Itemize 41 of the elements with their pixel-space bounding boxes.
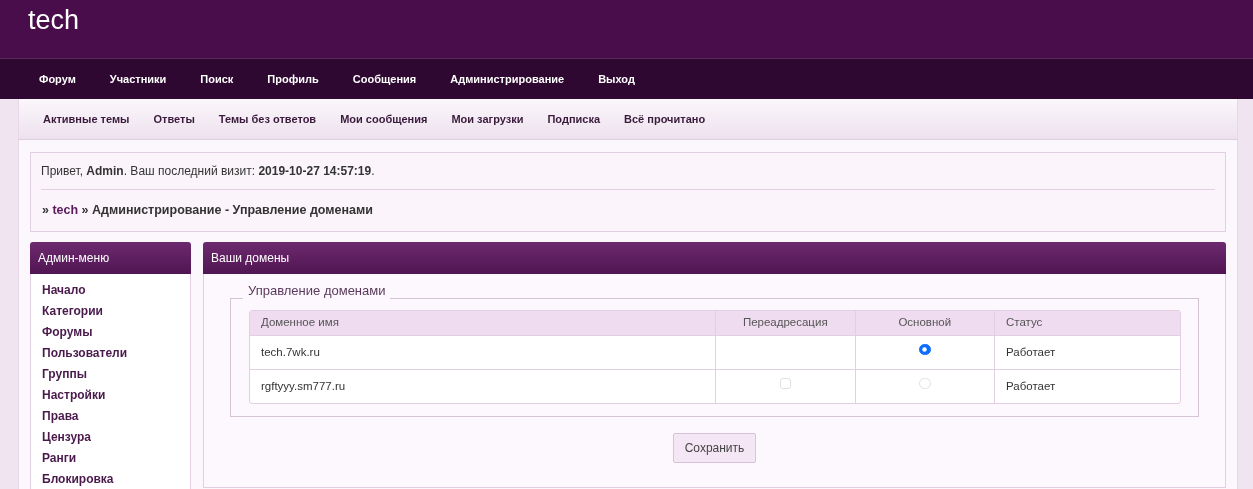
table-cell: rgftyyy.sm777.ru	[250, 368, 715, 403]
breadcrumb-link[interactable]: tech	[52, 203, 79, 217]
admin-menu-link[interactable]: Форумы	[42, 321, 179, 343]
table-cell: Работает	[994, 368, 1180, 403]
admin-menu-link[interactable]: Блокировка	[42, 468, 179, 489]
redirect-checkbox[interactable]	[779, 377, 791, 390]
site-title: tech	[28, 4, 80, 37]
nav-link-item[interactable]: Сообщения	[335, 70, 434, 88]
admin-menu-header: Админ-меню	[30, 241, 191, 274]
admin-menu-link[interactable]: Группы	[42, 363, 179, 385]
column-header: Статус	[994, 310, 1180, 335]
domains-panel-header: Ваши домены	[203, 241, 1226, 274]
nav-link-item[interactable]: Участники	[92, 70, 184, 88]
greeting-text: Привет, Admin. Ваш последний визит: 2019-10-27 14:57:19.	[41, 153, 1215, 190]
subnav-link[interactable]: Всё прочитано	[612, 110, 718, 128]
nav-link-item[interactable]: Администрирование	[433, 70, 582, 88]
admin-menu-link[interactable]: Цензура	[42, 426, 179, 448]
subnav-link[interactable]: Мои сообщения	[328, 110, 440, 128]
subnav-link[interactable]: Мои загрузки	[439, 110, 536, 128]
table-cell: Работает	[994, 334, 1180, 369]
nav-link-item[interactable]: Выход	[581, 70, 652, 88]
subnav-link[interactable]: Темы без ответов	[206, 110, 329, 128]
table-cell: tech.7wk.ru	[250, 334, 715, 369]
column-header: Переадресация	[715, 310, 855, 335]
nav-link-item[interactable]: Поиск	[183, 70, 251, 88]
admin-menu-link[interactable]: Начало	[42, 279, 179, 301]
admin-menu-link[interactable]: Категории	[42, 300, 179, 322]
primary-radio[interactable]	[919, 343, 931, 356]
breadcrumb: » tech » Администрирование - Управление доменами	[41, 202, 374, 219]
admin-menu-link[interactable]: Права	[42, 405, 179, 427]
subnav-link[interactable]: Ответы	[141, 110, 207, 128]
admin-menu-link[interactable]: Настройки	[42, 384, 179, 406]
nav-link-item[interactable]: Форум	[22, 70, 93, 88]
admin-menu-link[interactable]: Пользователи	[42, 342, 179, 364]
subnav-link[interactable]: Подписка	[535, 110, 613, 128]
admin-menu-link[interactable]: Ранги	[42, 447, 179, 469]
nav-link-item[interactable]: Профиль	[250, 70, 336, 88]
save-button[interactable]: Сохранить	[672, 432, 757, 463]
column-header: Доменное имя	[250, 310, 715, 335]
column-header: Основной	[854, 310, 994, 335]
subnav-link[interactable]: Активные темы	[31, 110, 142, 128]
